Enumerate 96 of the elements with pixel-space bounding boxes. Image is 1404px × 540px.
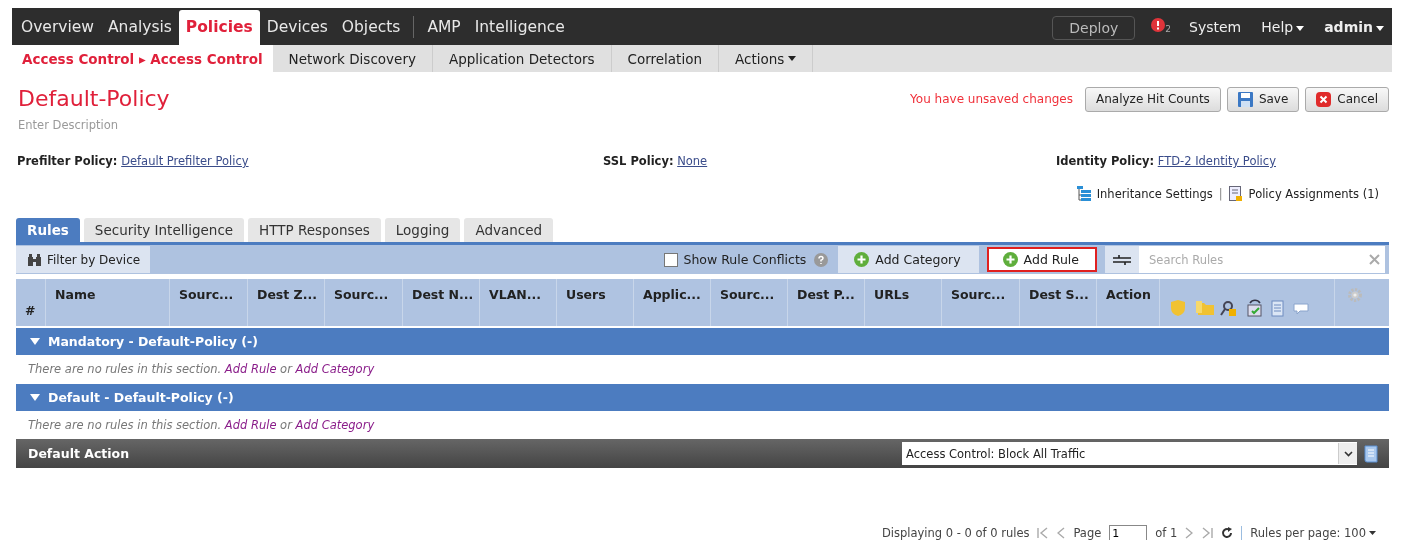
cancel-button[interactable]: Cancel (1305, 86, 1389, 112)
column-header[interactable]: Sourc... (170, 279, 248, 326)
column-header[interactable]: Action (1097, 279, 1160, 326)
sub-nav-tab[interactable]: Access Control ▸ Access Control (12, 45, 273, 72)
analyze-button[interactable]: Analyze Hit Counts (1085, 86, 1221, 112)
policy-assignments-link[interactable]: Policy Assignments (1) (1248, 187, 1379, 201)
tab[interactable]: Security Intelligence (83, 218, 245, 242)
column-header[interactable]: Users (557, 279, 634, 326)
empty-section-message: There are no rules in this section. Add Rule or Add Category (28, 417, 375, 432)
section-header[interactable]: Mandatory - Default-Policy (-) (16, 328, 1389, 355)
nav-tab[interactable]: Intelligence (467, 8, 572, 45)
empty-section-message: There are no rules in this section. Add Rule or Add Category (28, 361, 375, 376)
sub-nav-tab[interactable]: Network Discovery (272, 45, 433, 72)
column-header[interactable]: Dest Z... (248, 279, 325, 326)
close-icon (1316, 91, 1332, 107)
inheritance-settings-link[interactable]: Inheritance Settings (1096, 187, 1213, 201)
add-category-link[interactable]: Add Category (295, 417, 375, 432)
section-title: Default - Default-Policy (-) (48, 390, 234, 405)
filter-by-device-button[interactable]: Filter by Device (16, 246, 151, 273)
page-number-field[interactable]: 1 (1109, 525, 1148, 540)
sub-nav-tab[interactable]: Application Detectors (432, 45, 612, 72)
policy-label: SSL Policy: (603, 154, 674, 168)
binoculars-icon (28, 253, 41, 266)
nav-tab[interactable]: Devices (259, 8, 335, 45)
document-icon (1228, 186, 1243, 202)
show-rule-conflicts-checkbox[interactable]: Show Rule Conflicts (663, 252, 807, 267)
column-header[interactable]: # (16, 279, 46, 326)
column-header[interactable]: Dest P... (788, 279, 865, 326)
section-header[interactable]: Default - Default-Policy (-) (16, 384, 1389, 411)
table-icon (1076, 186, 1091, 202)
settings-icon[interactable] (1347, 287, 1363, 303)
column-header[interactable]: Applic... (634, 279, 711, 326)
column-header[interactable]: Dest S... (1020, 279, 1097, 326)
system-menu[interactable]: System (1189, 19, 1242, 35)
caret-icon (1376, 25, 1384, 31)
next-page-icon[interactable] (1185, 527, 1194, 539)
expand-arrow-icon[interactable] (30, 338, 40, 345)
add-rule-button[interactable]: Add Rule (986, 247, 1097, 272)
page-count: of 1 (1155, 526, 1178, 540)
column-header[interactable]: Sourc... (942, 279, 1020, 326)
policy-label: Prefilter Policy: (17, 154, 118, 168)
nav-tab[interactable]: AMP (420, 8, 468, 45)
column-header[interactable]: Name (46, 279, 170, 326)
column-header[interactable]: Dest N... (403, 279, 480, 326)
caret-icon (788, 56, 797, 61)
close-icon (1368, 254, 1380, 265)
deploy-button[interactable]: Deploy (1052, 16, 1136, 40)
chevron-down-icon (1343, 450, 1353, 457)
policy-title: Default-Policy (18, 86, 171, 112)
column-header[interactable]: Sourc... (325, 279, 403, 326)
add-rule-link[interactable]: Add Rule (224, 361, 277, 376)
column-header[interactable]: URLs (865, 279, 942, 326)
filter-options-button[interactable] (1105, 246, 1139, 273)
rules-per-page-menu[interactable]: Rules per page: 100 (1250, 526, 1376, 540)
save-button[interactable]: Save (1226, 86, 1300, 112)
link-separator: | (1218, 187, 1223, 201)
sub-nav-tab[interactable]: Correlation (611, 45, 719, 72)
help-icon (814, 252, 829, 267)
unsaved-changes-text: You have unsaved changes (910, 92, 1073, 106)
policy-label: Identity Policy: (1056, 154, 1155, 168)
tab[interactable]: Rules (16, 218, 80, 242)
caret-icon (1369, 531, 1376, 535)
search-field[interactable]: Search Rules (1139, 246, 1363, 273)
nav-tab[interactable]: Analysis (101, 8, 179, 45)
refresh-icon[interactable] (1221, 527, 1234, 539)
caret-icon (1296, 25, 1305, 31)
first-page-icon[interactable] (1037, 527, 1050, 539)
previous-page-icon[interactable] (1057, 527, 1066, 539)
help-menu[interactable]: Help (1261, 19, 1305, 35)
nav-tab[interactable]: Overview (14, 8, 101, 45)
policy-link[interactable]: Default Prefilter Policy (121, 154, 249, 168)
column-header[interactable]: Sourc... (711, 279, 788, 326)
sub-nav-tab[interactable]: Actions (718, 45, 814, 72)
expand-arrow-icon[interactable] (30, 394, 40, 401)
plus-icon (1002, 252, 1018, 267)
document-icon[interactable] (1363, 444, 1379, 463)
last-page-icon[interactable] (1201, 527, 1214, 539)
user-menu[interactable]: admin (1324, 19, 1384, 35)
tab[interactable]: HTTP Responses (248, 218, 381, 242)
default-action-label: Default Action (28, 446, 130, 461)
tab[interactable]: Advanced (464, 218, 554, 242)
nav-tab[interactable]: Objects (334, 8, 408, 45)
plus-icon (854, 252, 870, 267)
policy-link[interactable]: FTD-2 Identity Policy (1157, 154, 1276, 168)
section-title: Mandatory - Default-Policy (-) (48, 334, 258, 349)
clear-search-button[interactable] (1363, 246, 1385, 273)
add-rule-link[interactable]: Add Rule (224, 417, 277, 432)
pagination-summary: Displaying 0 - 0 of 0 rules (881, 526, 1030, 540)
column-header[interactable]: VLAN... (480, 279, 557, 326)
add-category-button[interactable]: Add Category (838, 246, 979, 273)
add-category-link[interactable]: Add Category (295, 361, 375, 376)
default-action-dropdown[interactable]: Access Control: Block All Traffic (902, 442, 1357, 465)
page-label: Page (1073, 526, 1102, 540)
policy-link[interactable]: None (677, 154, 708, 168)
tab[interactable]: Logging (384, 218, 461, 242)
nav-tab[interactable]: Policies (178, 10, 260, 45)
